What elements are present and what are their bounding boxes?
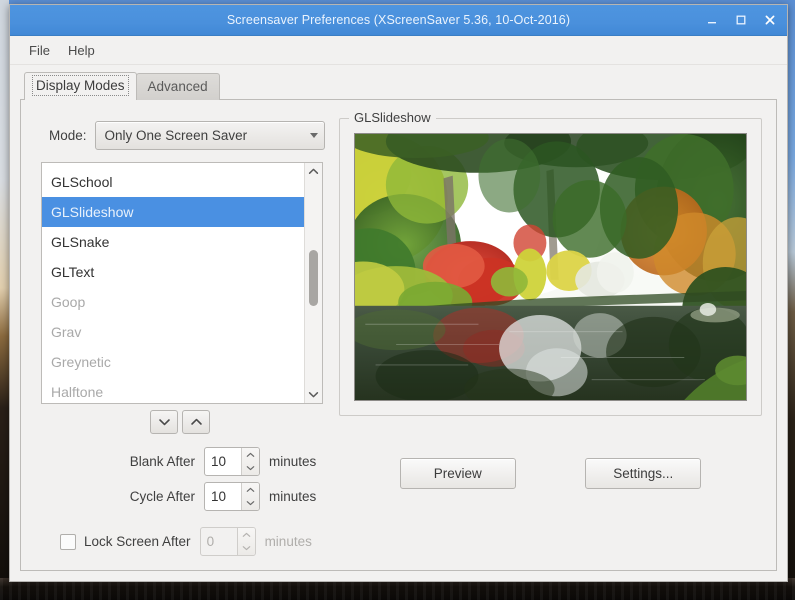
list-vertical-scrollbar[interactable] [304, 163, 322, 403]
list-item[interactable]: GLSlideshow [42, 197, 304, 227]
blank-after-stepper [241, 448, 259, 475]
close-icon[interactable] [762, 12, 778, 28]
menubar: File Help [10, 36, 787, 65]
list-item[interactable]: Greynetic [42, 347, 304, 377]
list-item[interactable]: GLSchool [42, 167, 304, 197]
screensaver-list[interactable]: GLSchool GLSlideshow GLSnake GLText Goop… [41, 162, 323, 404]
chevron-down-icon[interactable] [242, 462, 259, 476]
list-item[interactable]: Grav [42, 317, 304, 347]
lock-screen-label: Lock Screen After [84, 534, 191, 549]
list-item[interactable]: GLSnake [42, 227, 304, 257]
chevron-up-icon[interactable] [242, 483, 259, 497]
chevron-up-icon[interactable] [305, 163, 322, 180]
minimize-icon[interactable] [704, 12, 720, 28]
timer-settings: Blank After 10 minutes Cycle After 10 mi… [35, 446, 325, 557]
list-reorder-buttons [35, 410, 325, 434]
chevron-up-icon[interactable] [238, 528, 255, 542]
tab-display-modes[interactable]: Display Modes [24, 72, 137, 100]
chevron-down-icon [310, 133, 318, 138]
cycle-after-stepper [241, 483, 259, 510]
chevron-down-icon[interactable] [238, 542, 255, 556]
desktop-wallpaper-left-strip [0, 0, 9, 600]
blank-after-unit: minutes [269, 454, 317, 469]
list-item[interactable]: Halftone [42, 377, 304, 403]
list-item[interactable]: Goop [42, 287, 304, 317]
tab-advanced-label: Advanced [147, 79, 208, 94]
garden-pond-photo [355, 134, 746, 400]
cycle-after-unit: minutes [269, 489, 317, 504]
maximize-icon[interactable] [733, 12, 749, 28]
chevron-up-icon[interactable] [242, 448, 259, 462]
window-controls [704, 12, 778, 28]
menu-item-file[interactable]: File [20, 40, 59, 61]
cycle-after-spinner[interactable]: 10 [204, 482, 260, 511]
left-column: Mode: Only One Screen Saver GLSchool GLS… [35, 114, 325, 560]
chevron-down-icon[interactable] [242, 497, 259, 511]
window-title: Screensaver Preferences (XScreenSaver 5.… [226, 13, 571, 27]
cycle-after-label: Cycle After [129, 489, 195, 504]
action-buttons: Preview Settings... [339, 458, 762, 489]
tab-page-display-modes: Mode: Only One Screen Saver GLSchool GLS… [20, 99, 777, 571]
lock-after-spinner[interactable]: 0 [199, 527, 256, 556]
scrollbar-track[interactable] [305, 180, 322, 386]
tab-display-modes-label: Display Modes [32, 75, 129, 96]
mode-combobox[interactable]: Only One Screen Saver [94, 121, 325, 150]
notebook: Display Modes Advanced Mode: Only One Sc… [10, 65, 787, 581]
mode-combobox-value: Only One Screen Saver [104, 128, 248, 143]
lock-after-value[interactable]: 0 [201, 528, 237, 555]
lock-after-unit: minutes [264, 534, 312, 549]
lock-after-stepper [236, 528, 255, 556]
blank-after-row: Blank After 10 minutes [35, 446, 325, 477]
cycle-after-row: Cycle After 10 minutes [35, 481, 325, 512]
chevron-down-icon[interactable] [305, 386, 322, 403]
preview-button[interactable]: Preview [399, 458, 516, 489]
settings-button[interactable]: Settings... [585, 458, 702, 489]
move-up-button[interactable] [182, 410, 210, 434]
tab-advanced[interactable]: Advanced [135, 73, 220, 100]
preview-group: GLSlideshow [339, 110, 762, 416]
window-titlebar: Screensaver Preferences (XScreenSaver 5.… [10, 5, 787, 36]
mode-row: Mode: Only One Screen Saver [49, 121, 325, 150]
tab-strip: Display Modes Advanced [20, 72, 777, 100]
blank-after-label: Blank After [129, 454, 195, 469]
screensaver-list-items: GLSchool GLSlideshow GLSnake GLText Goop… [42, 163, 304, 403]
lock-screen-checkbox[interactable] [60, 533, 76, 550]
blank-after-spinner[interactable]: 10 [204, 447, 260, 476]
cycle-after-value[interactable]: 10 [205, 483, 241, 510]
blank-after-value[interactable]: 10 [205, 448, 241, 475]
lock-screen-row: Lock Screen After 0 minutes [35, 526, 325, 557]
scrollbar-thumb[interactable] [309, 250, 318, 306]
preview-group-legend: GLSlideshow [349, 110, 436, 125]
menu-item-help[interactable]: Help [59, 40, 104, 61]
list-item[interactable]: GLText [42, 257, 304, 287]
right-column: GLSlideshow Preview Settings... [339, 110, 762, 560]
move-down-button[interactable] [150, 410, 178, 434]
preview-image [354, 133, 747, 401]
screensaver-preferences-window: Screensaver Preferences (XScreenSaver 5.… [9, 4, 788, 582]
mode-label: Mode: [49, 128, 87, 143]
